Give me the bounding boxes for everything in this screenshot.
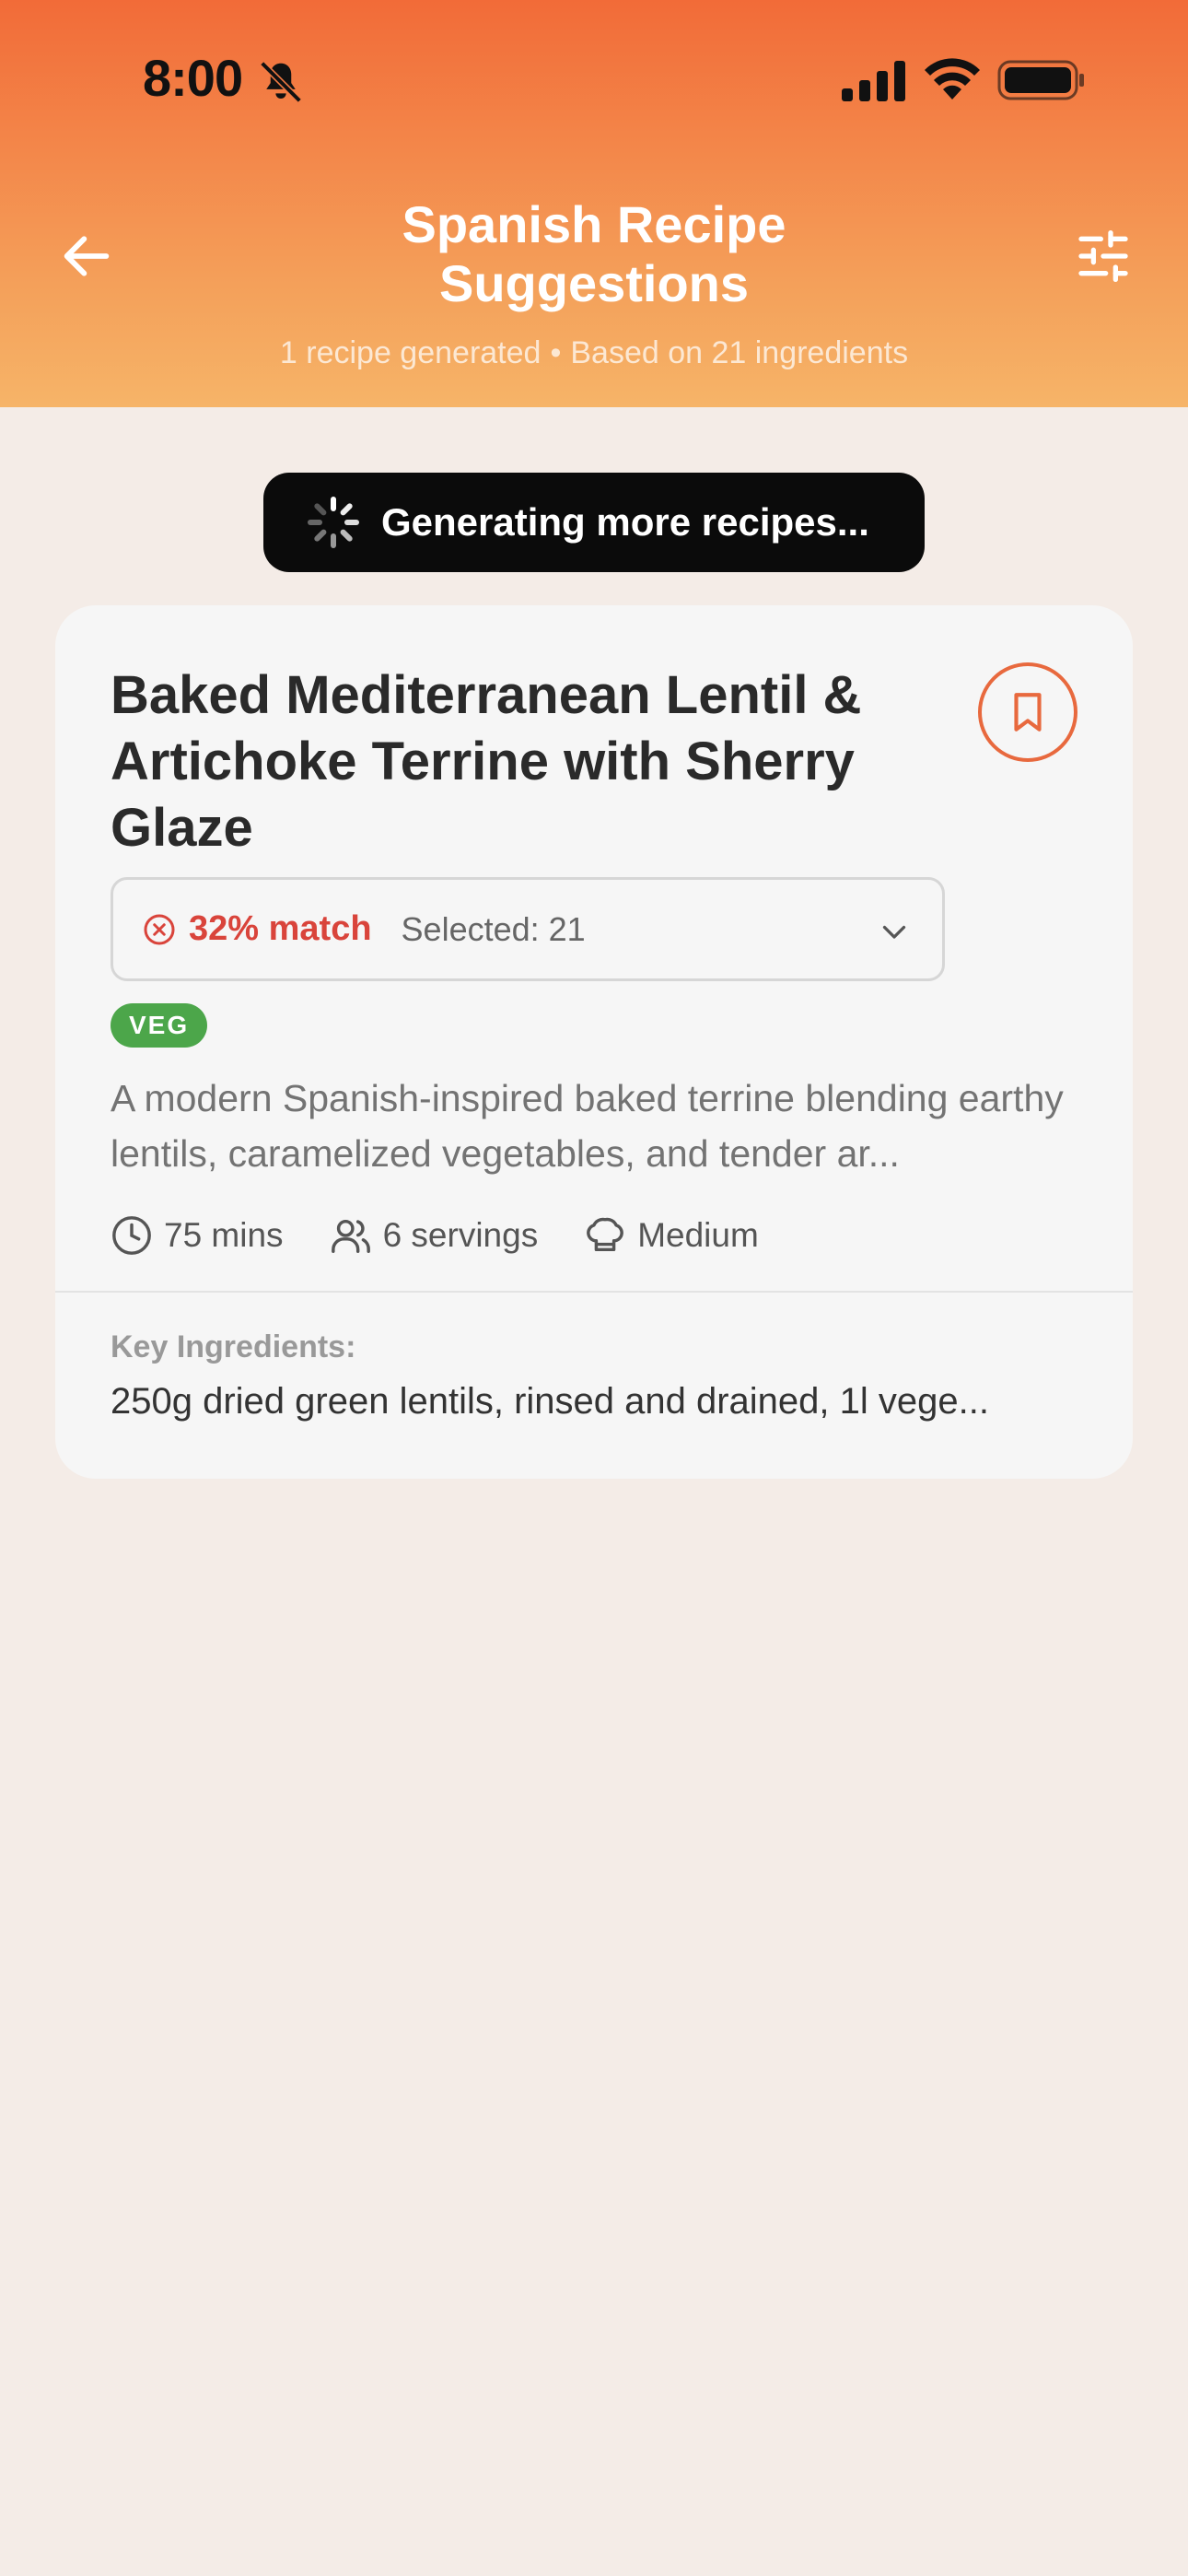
veg-badge: VEG xyxy=(111,1003,208,1048)
x-circle-icon xyxy=(144,914,175,944)
recipe-title: Baked Mediterranean Lentil & Artichoke T… xyxy=(111,665,862,858)
bookmark-button[interactable] xyxy=(978,662,1077,762)
chevron-down-icon xyxy=(882,925,906,939)
card-divider xyxy=(55,1291,1133,1293)
clock-icon xyxy=(112,1216,151,1255)
cellular-signal-icon xyxy=(842,61,905,101)
battery-icon xyxy=(997,60,1084,100)
recipe-count-text: 1 recipe generated xyxy=(279,335,542,370)
difficulty-text: Medium xyxy=(637,1216,759,1254)
recipe-description: A modern Spanish-inspired baked terrine … xyxy=(111,1077,1064,1175)
ingredient-basis-text: Based on 21 ingredients xyxy=(570,335,909,370)
status-bar: 8:00 xyxy=(0,0,1188,161)
match-percentage: 32% match xyxy=(189,909,372,948)
recipe-meta: 75 mins 6 servings Medium xyxy=(111,1210,805,1261)
back-arrow-icon[interactable] xyxy=(57,227,116,286)
wifi-icon xyxy=(925,58,980,100)
ingredients-text: 250g dried green lentils, rinsed and dra… xyxy=(111,1381,989,1422)
ingredients-label: Key Ingredients: xyxy=(111,1329,356,1364)
bookmark-icon xyxy=(1014,693,1042,732)
users-icon xyxy=(331,1219,370,1253)
servings: 6 servings xyxy=(330,1214,539,1257)
page-subtitle: 1 recipe generated • Based on 21 ingredien… xyxy=(138,335,1050,371)
difficulty: Medium xyxy=(584,1214,759,1257)
status-time: 8:00 xyxy=(143,49,243,107)
toast-text: Generating more recipes... xyxy=(381,500,869,544)
bell-muted-icon xyxy=(260,61,302,103)
cook-time: 75 mins xyxy=(111,1214,284,1257)
cook-time-text: 75 mins xyxy=(164,1216,284,1254)
match-dropdown[interactable]: 32% match Selected: 21 xyxy=(111,877,945,981)
selected-count: Selected: 21 xyxy=(401,909,586,948)
sliders-icon[interactable] xyxy=(1074,227,1133,286)
recipe-card[interactable]: Baked Mediterranean Lentil & Artichoke T… xyxy=(55,605,1133,1479)
chef-hat-icon xyxy=(587,1217,624,1252)
subtitle-separator: • xyxy=(550,335,562,370)
spinner-icon xyxy=(308,497,359,548)
page-title: Spanish Recipe Suggestions xyxy=(402,195,786,312)
servings-text: 6 servings xyxy=(382,1216,539,1254)
generating-toast: Generating more recipes... xyxy=(263,473,925,572)
app-header: 8:00 Spanish Recipe Suggestions 1 recipe… xyxy=(0,0,1188,407)
